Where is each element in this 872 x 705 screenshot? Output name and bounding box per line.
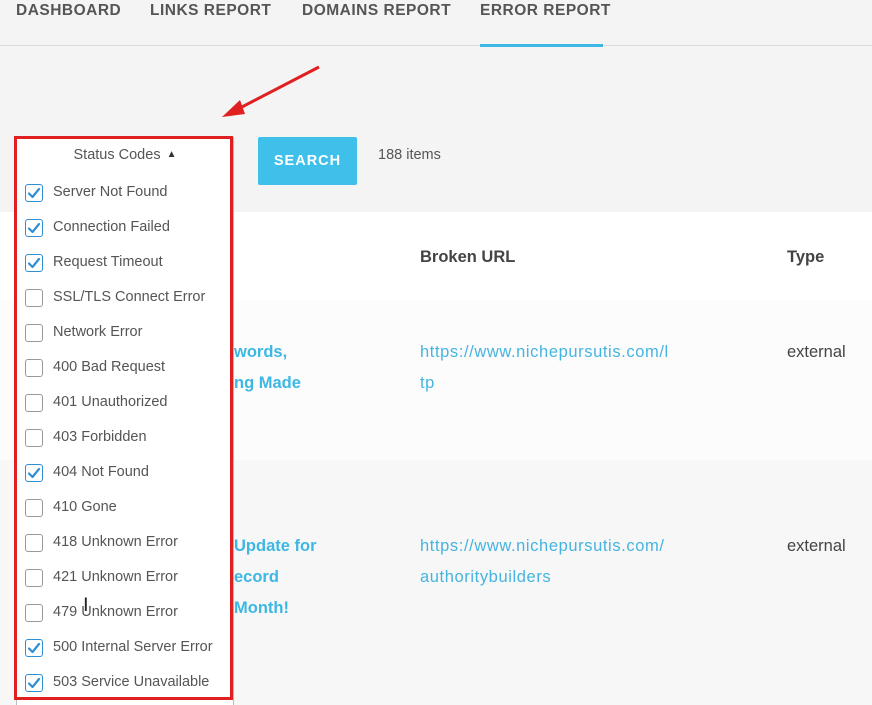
caret-up-icon: ▲	[166, 149, 177, 160]
checkbox-checked-icon[interactable]	[25, 254, 43, 272]
status-option-label: 404 Not Found	[53, 464, 149, 480]
status-codes-label: Status Codes	[73, 147, 161, 163]
status-option[interactable]: 479 Unknown Error	[17, 596, 233, 631]
row-title-line: ng Made	[234, 374, 301, 392]
row-title-line: ecord	[234, 568, 279, 586]
status-option-label: 403 Forbidden	[53, 429, 147, 445]
text-cursor-icon: I	[83, 594, 89, 616]
row-title-line: Update for	[234, 537, 317, 555]
tab-dashboard[interactable]: DASHBOARD	[16, 0, 121, 46]
status-codes-dropdown: Status Codes ▲ Server Not Found Connection…	[16, 137, 234, 705]
active-tab-indicator	[480, 44, 603, 47]
status-option-label: Network Error	[53, 324, 143, 340]
status-option[interactable]: 400 Bad Request	[17, 351, 233, 386]
status-option[interactable]: 404 Not Found	[17, 456, 233, 491]
checkbox-checked-icon[interactable]	[25, 184, 43, 202]
status-option[interactable]: 401 Unauthorized	[17, 386, 233, 421]
column-header-type[interactable]: Type	[787, 248, 824, 267]
checkbox-unchecked-icon[interactable]	[25, 324, 43, 342]
tab-error-report[interactable]: ERROR REPORT	[480, 0, 610, 47]
checkbox-checked-icon[interactable]	[25, 674, 43, 692]
status-option[interactable]: Connection Failed	[17, 211, 233, 246]
status-option[interactable]: 421 Unknown Error	[17, 561, 233, 596]
status-option[interactable]: Server Not Found	[17, 176, 233, 211]
status-option-label: 410 Gone	[53, 499, 117, 515]
row-title-link[interactable]: words, ng Made	[234, 337, 301, 399]
search-button[interactable]: SEARCH	[258, 137, 357, 185]
status-codes-toggle[interactable]: Status Codes ▲	[17, 137, 233, 177]
status-option[interactable]: SSL/TLS Connect Error	[17, 281, 233, 316]
checkbox-unchecked-icon[interactable]	[25, 394, 43, 412]
tab-links-report[interactable]: LINKS REPORT	[150, 0, 271, 46]
broken-url-line: tp	[420, 374, 435, 392]
status-option[interactable]: 410 Gone	[17, 491, 233, 526]
checkbox-unchecked-icon[interactable]	[25, 289, 43, 307]
row-title-line: words,	[234, 343, 288, 361]
status-option-label: 401 Unauthorized	[53, 394, 168, 410]
items-count: 188 items	[378, 147, 441, 163]
checkbox-unchecked-icon[interactable]	[25, 499, 43, 517]
checkbox-unchecked-icon[interactable]	[25, 534, 43, 552]
link-type: external	[787, 343, 846, 361]
checkbox-checked-icon[interactable]	[25, 219, 43, 237]
status-option[interactable]: 403 Forbidden	[17, 421, 233, 456]
column-header-broken-url[interactable]: Broken URL	[420, 248, 515, 267]
broken-url-link[interactable]: https://www.nichepursutis.com/ authority…	[420, 531, 665, 593]
tab-domains-report[interactable]: DOMAINS REPORT	[302, 0, 451, 46]
status-option-label: 503 Service Unavailable	[53, 674, 210, 690]
checkbox-checked-icon[interactable]	[25, 639, 43, 657]
status-option-label: 421 Unknown Error	[53, 569, 178, 585]
status-option[interactable]: 500 Internal Server Error	[17, 631, 233, 666]
row-title-line: Month!	[234, 599, 289, 617]
status-option-label: 418 Unknown Error	[53, 534, 178, 550]
status-option-label: Connection Failed	[53, 219, 170, 235]
status-option-label: 500 Internal Server Error	[53, 639, 213, 655]
row-title-link[interactable]: Update for ecord Month!	[234, 531, 317, 624]
link-type: external	[787, 537, 846, 555]
status-option[interactable]: 503 Service Unavailable	[17, 666, 233, 701]
checkbox-unchecked-icon[interactable]	[25, 569, 43, 587]
broken-url-line: authoritybuilders	[420, 568, 552, 586]
broken-url-link[interactable]: https://www.nichepursutis.com/l tp	[420, 337, 669, 399]
top-nav: DASHBOARD LINKS REPORT DOMAINS REPORT ER…	[0, 0, 872, 47]
status-option[interactable]: 418 Unknown Error	[17, 526, 233, 561]
status-option-label: SSL/TLS Connect Error	[53, 289, 206, 305]
broken-url-line: https://www.nichepursutis.com/	[420, 537, 665, 555]
broken-url-line: https://www.nichepursutis.com/l	[420, 343, 669, 361]
checkbox-unchecked-icon[interactable]	[25, 604, 43, 622]
status-option-label: 479 Unknown Error	[53, 604, 178, 620]
tab-error-report-label: ERROR REPORT	[480, 2, 611, 19]
checkbox-checked-icon[interactable]	[25, 464, 43, 482]
checkbox-unchecked-icon[interactable]	[25, 429, 43, 447]
status-option-label: Server Not Found	[53, 184, 168, 200]
status-option[interactable]: Network Error	[17, 316, 233, 351]
status-option[interactable]: Request Timeout	[17, 246, 233, 281]
status-option-label: Request Timeout	[53, 254, 163, 270]
status-option-label: 400 Bad Request	[53, 359, 166, 375]
checkbox-unchecked-icon[interactable]	[25, 359, 43, 377]
